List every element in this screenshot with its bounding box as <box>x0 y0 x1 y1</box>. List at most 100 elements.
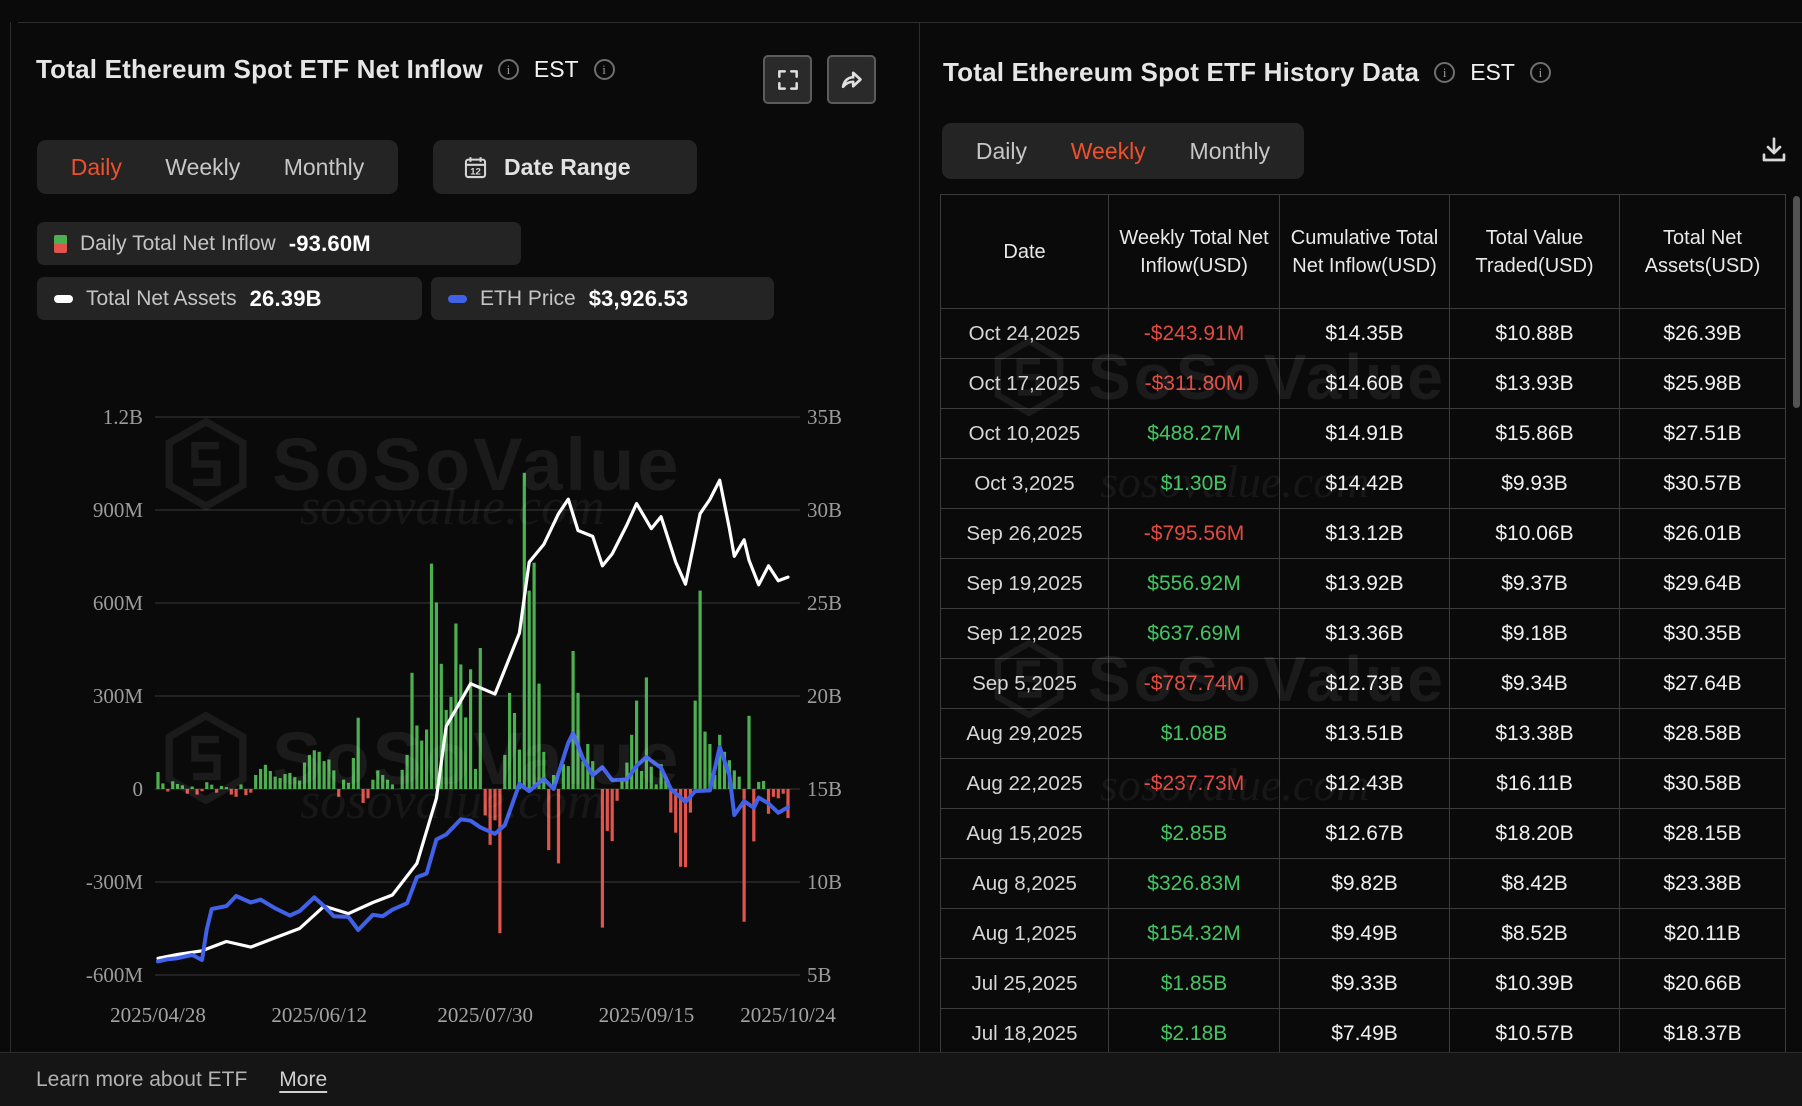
svg-text:0: 0 <box>133 777 144 801</box>
cell-value: $15.86B <box>1450 409 1620 458</box>
legend-total-net-assets[interactable]: Total Net Assets 26.39B <box>37 277 422 320</box>
legend-value: 26.39B <box>250 286 322 312</box>
sosovalue-cube-icon <box>160 712 252 804</box>
cell-value: $14.91B <box>1280 409 1450 458</box>
legend-daily-net-inflow[interactable]: Daily Total Net Inflow -93.60M <box>37 222 521 265</box>
white-line-icon <box>54 295 73 303</box>
svg-text:10B: 10B <box>807 870 842 894</box>
watermark-logo: SoSoValue <box>160 418 681 510</box>
tab-daily[interactable]: Daily <box>976 138 1027 165</box>
svg-text:2025/04/28: 2025/04/28 <box>110 1003 206 1027</box>
cell-value: $2.18B <box>1109 1009 1280 1052</box>
cell-value: $28.15B <box>1620 809 1785 858</box>
footer-text: Learn more about ETF <box>36 1068 247 1092</box>
cell-value: $13.92B <box>1280 559 1450 608</box>
cell-value: -$795.56M <box>1109 509 1280 558</box>
cell-value: $9.37B <box>1450 559 1620 608</box>
cell-value: $30.35B <box>1620 609 1785 658</box>
legend-label: Total Net Assets <box>86 287 237 311</box>
cell-date: Sep 19,2025 <box>941 559 1109 608</box>
left-title-row: Total Ethereum Spot ETF Net Inflow EST <box>36 54 615 85</box>
cell-value: $488.27M <box>1109 409 1280 458</box>
cell-value: $14.60B <box>1280 359 1450 408</box>
svg-text:5B: 5B <box>807 963 832 987</box>
table-row: Aug 1,2025$154.32M$9.49B$8.52B$20.11B <box>941 909 1785 959</box>
tab-daily[interactable]: Daily <box>71 154 122 181</box>
cell-value: $12.73B <box>1280 659 1450 708</box>
cell-value: $10.06B <box>1450 509 1620 558</box>
cell-value: $25.98B <box>1620 359 1785 408</box>
page-title: Total Ethereum Spot ETF Net Inflow <box>36 54 483 85</box>
tab-monthly[interactable]: Monthly <box>284 154 365 181</box>
table-row: Sep 5,2025-$787.74M$12.73B$9.34B$27.64B <box>941 659 1785 709</box>
cell-value: $326.83M <box>1109 859 1280 908</box>
cell-value: $20.66B <box>1620 959 1785 1008</box>
info-icon[interactable] <box>498 59 519 80</box>
cell-value: -$237.73M <box>1109 759 1280 808</box>
column-header: Weekly Total Net Inflow(USD) <box>1109 195 1280 308</box>
cell-value: $18.20B <box>1450 809 1620 858</box>
tab-monthly[interactable]: Monthly <box>1190 138 1271 165</box>
cell-value: $556.92M <box>1109 559 1280 608</box>
cell-value: $10.57B <box>1450 1009 1620 1052</box>
share-icon <box>838 66 865 93</box>
column-header: Total Net Assets(USD) <box>1620 195 1785 308</box>
cell-date: Jul 18,2025 <box>941 1009 1109 1052</box>
column-header: Cumulative Total Net Inflow(USD) <box>1280 195 1450 308</box>
cell-date: Oct 3,2025 <box>941 459 1109 508</box>
column-header: Date <box>941 195 1109 308</box>
cell-value: $1.30B <box>1109 459 1280 508</box>
cell-value: $13.12B <box>1280 509 1450 558</box>
fullscreen-button[interactable] <box>763 55 812 104</box>
cell-value: $1.85B <box>1109 959 1280 1008</box>
legend-label: ETH Price <box>480 287 576 311</box>
cell-value: -$243.91M <box>1109 309 1280 358</box>
watermark-domain: sosovalue.com <box>300 478 605 537</box>
cell-value: $8.42B <box>1450 859 1620 908</box>
panel-divider <box>919 22 920 1052</box>
download-icon <box>1758 134 1790 166</box>
cell-value: $10.88B <box>1450 309 1620 358</box>
info-icon[interactable] <box>1434 62 1455 83</box>
bar-series-icon <box>54 235 67 253</box>
cell-date: Oct 24,2025 <box>941 309 1109 358</box>
date-range-button[interactable]: 12 Date Range <box>433 140 697 194</box>
cell-value: $9.34B <box>1450 659 1620 708</box>
cell-date: Sep 5,2025 <box>941 659 1109 708</box>
cell-value: $9.18B <box>1450 609 1620 658</box>
svg-text:1.2B: 1.2B <box>103 405 143 429</box>
cell-value: $13.51B <box>1280 709 1450 758</box>
cell-value: -$787.74M <box>1109 659 1280 708</box>
legend-eth-price[interactable]: ETH Price $3,926.53 <box>431 277 774 320</box>
table-scrollbar-thumb[interactable] <box>1793 196 1800 408</box>
share-button[interactable] <box>827 55 876 104</box>
cell-date: Aug 29,2025 <box>941 709 1109 758</box>
cell-value: $9.33B <box>1280 959 1450 1008</box>
cell-value: $9.49B <box>1280 909 1450 958</box>
cell-value: $14.35B <box>1280 309 1450 358</box>
cell-value: $29.64B <box>1620 559 1785 608</box>
table-row: Oct 3,2025$1.30B$14.42B$9.93B$30.57B <box>941 459 1785 509</box>
svg-text:600M: 600M <box>93 591 144 615</box>
sosovalue-cube-icon <box>160 418 252 510</box>
svg-text:300M: 300M <box>93 684 144 708</box>
interval-tabs: Daily Weekly Monthly <box>37 140 398 194</box>
timezone-label: EST <box>1470 59 1515 86</box>
download-button[interactable] <box>1752 128 1796 172</box>
more-link[interactable]: More <box>279 1068 327 1092</box>
cell-value: $18.37B <box>1620 1009 1785 1052</box>
cell-value: $12.43B <box>1280 759 1450 808</box>
table-row: Aug 15,2025$2.85B$12.67B$18.20B$28.15B <box>941 809 1785 859</box>
tab-weekly[interactable]: Weekly <box>165 154 240 181</box>
info-icon[interactable] <box>1530 62 1551 83</box>
svg-text:2025/06/12: 2025/06/12 <box>271 1003 367 1027</box>
table-row: Sep 12,2025$637.69M$13.36B$9.18B$30.35B <box>941 609 1785 659</box>
info-icon[interactable] <box>594 59 615 80</box>
calendar-icon: 12 <box>462 154 489 181</box>
cell-date: Aug 8,2025 <box>941 859 1109 908</box>
cell-value: $27.64B <box>1620 659 1785 708</box>
cell-value: $10.39B <box>1450 959 1620 1008</box>
svg-text:30B: 30B <box>807 498 842 522</box>
tab-weekly[interactable]: Weekly <box>1071 138 1146 165</box>
cell-date: Jul 25,2025 <box>941 959 1109 1008</box>
